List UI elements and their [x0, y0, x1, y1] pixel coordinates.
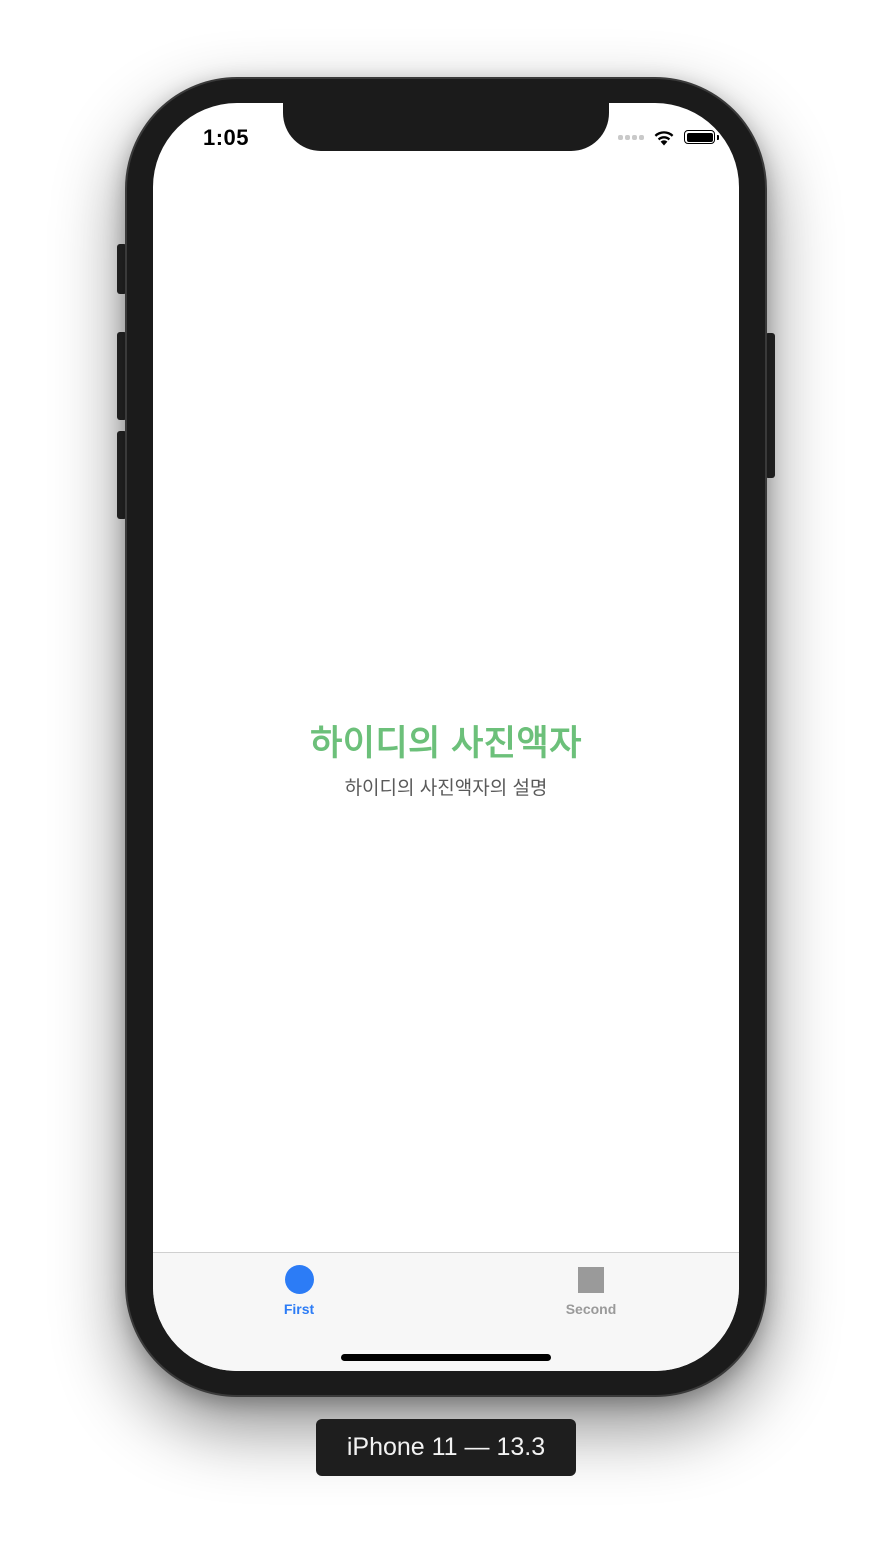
tab-bar: First Second	[153, 1252, 739, 1371]
notch	[283, 103, 609, 151]
status-icons	[618, 128, 719, 146]
wifi-icon	[654, 131, 674, 146]
page-title: 하이디의 사진액자	[310, 724, 582, 763]
status-time: 1:05	[203, 125, 250, 150]
square-icon	[578, 1267, 604, 1293]
cellular-signal-icon	[618, 134, 644, 140]
circle-icon	[284, 1265, 314, 1294]
page-subtitle: 하이디의 사진액자의 설명	[344, 778, 548, 799]
battery-icon	[684, 130, 719, 144]
tab-label: First	[283, 1301, 315, 1317]
home-indicator[interactable]	[341, 1354, 551, 1361]
tab-first[interactable]: First	[239, 1265, 359, 1317]
tab-label: Second	[565, 1301, 617, 1317]
device-caption: iPhone 11 — 13.3	[316, 1419, 576, 1476]
device-screen: 1:05 하이디의 사진액자 하이디의 사진액자의 설명 First Secon…	[153, 103, 739, 1371]
simulator-stage: 1:05 하이디의 사진액자 하이디의 사진액자의 설명 First Secon…	[0, 0, 892, 1548]
tab-second[interactable]: Second	[531, 1265, 651, 1317]
